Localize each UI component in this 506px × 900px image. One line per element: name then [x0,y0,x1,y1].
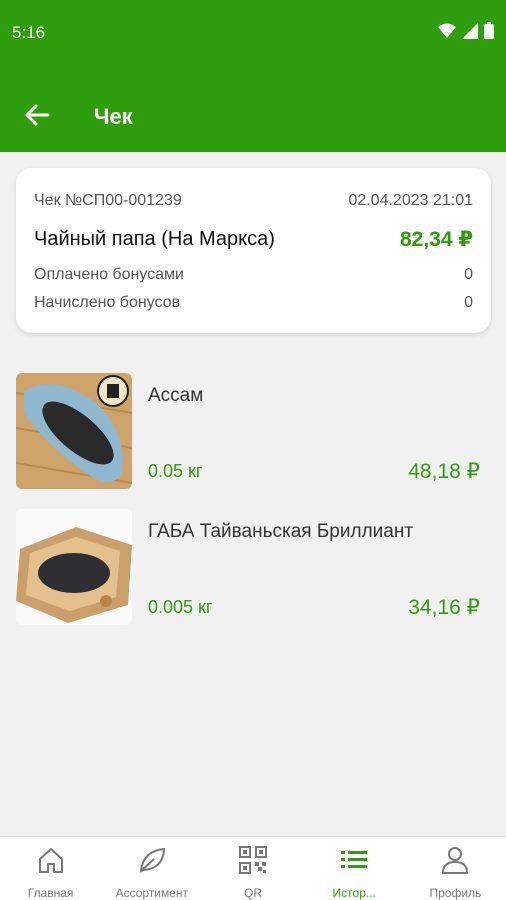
signal-icon [462,22,478,39]
receipt-card: Чек №СП00-001239 02.04.2023 21:01 Чайный… [16,168,491,333]
nav-item-qr[interactable]: QR [202,837,303,900]
nav-label: QR [244,886,262,900]
list-icon [341,851,368,868]
product-name: Ассам [148,385,204,406]
receipt-datetime: 02.04.2023 21:01 [348,192,473,209]
nav-label: Истор... [332,886,376,900]
receipt-number: Чек №СП00-001239 [34,192,182,209]
product-quantity: 0.005 кг [148,597,213,617]
page-title: Чек [94,104,133,129]
leaf-icon [139,847,165,873]
shop-name: Чайный папа (На Маркса) [34,228,275,250]
nav-item-assortment[interactable]: Ассортимент [101,837,202,900]
qr-code-icon [239,846,267,874]
bottom-nav: Главная Ассортимент QR Истор... Профиль [0,836,506,900]
toolbar: Чек [0,84,506,148]
user-icon [442,847,469,874]
product-price: 48,18 ₽ [408,460,480,483]
product-image [16,373,132,489]
nav-item-profile[interactable]: Профиль [405,837,506,900]
nav-label: Главная [27,886,74,900]
product-image [16,509,132,625]
receipt-total: 82,34 ₽ [400,228,473,251]
back-arrow-icon[interactable] [20,98,54,132]
status-time: 5:16 [12,23,46,42]
product-price: 34,16 ₽ [408,596,480,619]
list-item[interactable]: Ассам 0.05 кг 48,18 ₽ [16,373,490,489]
nav-label: Ассортимент [115,886,189,900]
wifi-icon [438,23,456,38]
bonus-earned-label: Начислено бонусов [34,294,181,311]
battery-icon [484,22,494,39]
product-quantity: 0.05 кг [148,461,203,481]
bonus-paid-label: Оплачено бонусами [34,266,184,283]
nav-label: Профиль [429,886,482,900]
bonus-earned-value: 0 [464,294,473,311]
product-name: ГАБА Тайваньская Бриллиант [148,521,414,542]
home-icon [38,848,63,873]
app-bar: 5:16 Чек [0,0,506,152]
nav-item-history[interactable]: Истор... [304,837,405,900]
nav-item-home[interactable]: Главная [0,837,101,900]
list-item[interactable]: ГАБА Тайваньская Бриллиант 0.005 кг 34,1… [16,509,490,625]
status-bar: 5:16 [0,0,506,64]
bonus-paid-value: 0 [464,266,473,283]
